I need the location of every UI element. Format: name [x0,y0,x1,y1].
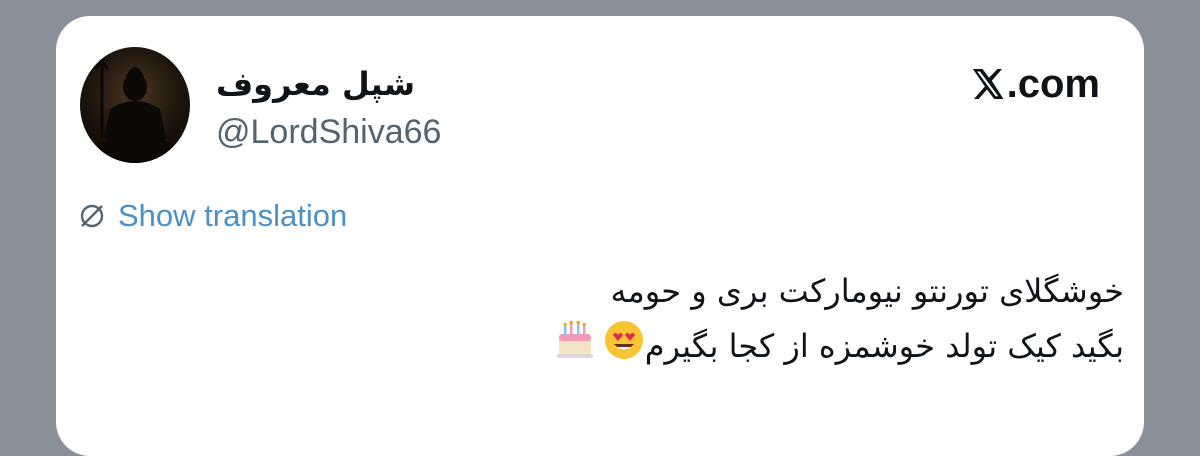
tweet-text-line-2-text: بگید کیک تولد خوشمزه از کجا بگیرم [644,327,1124,365]
show-translation-label[interactable]: Show translation [118,196,347,236]
tweet-text: خوشگلای تورنتو نیومارکت بری و حومه بگید … [324,264,1124,378]
brand-domain: .com [1006,62,1100,106]
brand-logo: .com [969,60,1100,108]
x-logo-icon [972,69,1004,99]
heart-eyes-emoji-icon [603,319,645,377]
tweet-card: شپل معروف @LordShiva66 .com Show transla… [56,16,1144,456]
birthday-cake-emoji-icon [553,318,597,378]
display-name[interactable]: شپل معروف [216,64,415,104]
user-handle[interactable]: @LordShiva66 [216,112,441,152]
show-translation-link[interactable]: Show translation [78,196,347,236]
tweet-text-line-2: بگید کیک تولد خوشمزه از کجا بگیرم [324,318,1124,378]
tweet-text-line-1: خوشگلای تورنتو نیومارکت بری و حومه [610,272,1124,310]
translate-globe-icon [80,204,104,228]
avatar[interactable] [80,47,190,163]
